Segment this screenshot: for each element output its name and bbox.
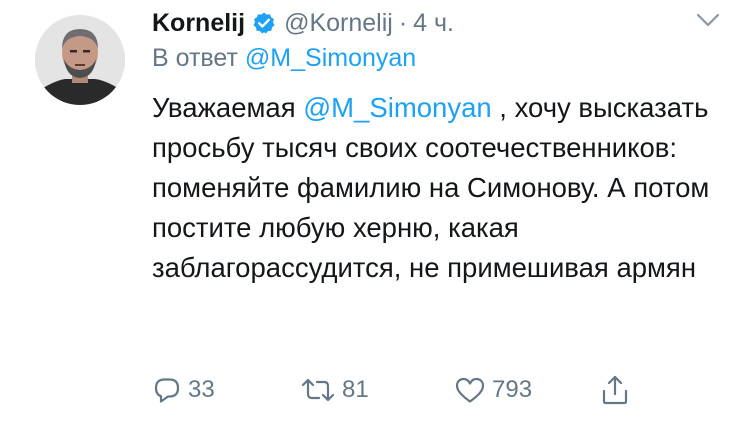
tweet[interactable]: Kornelij @Kornelij · 4 ч. В ответ @M_Sim… bbox=[0, 0, 750, 429]
verified-badge-icon bbox=[252, 11, 276, 35]
share-upload-icon bbox=[600, 374, 630, 406]
tweet-text-start: Уважаемая bbox=[152, 92, 296, 123]
like-count: 793 bbox=[492, 376, 533, 403]
retweet-count: 81 bbox=[342, 376, 369, 403]
heart-icon bbox=[454, 375, 486, 405]
handle[interactable]: @Kornelij bbox=[284, 9, 393, 38]
chevron-down-icon[interactable] bbox=[694, 10, 722, 30]
retweet-arrows-icon bbox=[300, 375, 336, 405]
tweet-text: Уважаемая @M_Simonyan , хочу высказать п… bbox=[152, 88, 712, 288]
timestamp[interactable]: 4 ч. bbox=[413, 9, 454, 38]
tweet-actions: 33 81 793 bbox=[152, 372, 672, 408]
retweet-button[interactable]: 81 bbox=[300, 372, 369, 408]
speech-bubble-icon bbox=[152, 375, 182, 405]
body-mention-link[interactable]: @M_Simonyan bbox=[303, 92, 491, 123]
share-button[interactable] bbox=[600, 372, 630, 408]
reply-prefix: В ответ bbox=[152, 44, 238, 72]
reply-count: 33 bbox=[188, 376, 215, 403]
reply-button[interactable]: 33 bbox=[152, 372, 215, 408]
tweet-header: Kornelij @Kornelij · 4 ч. bbox=[152, 6, 454, 40]
avatar[interactable] bbox=[35, 15, 125, 105]
separator-dot: · bbox=[398, 8, 408, 37]
reply-mention-link[interactable]: @M_Simonyan bbox=[245, 44, 416, 72]
like-button[interactable]: 793 bbox=[454, 372, 532, 408]
avatar-photo bbox=[35, 15, 125, 105]
reply-context: В ответ @M_Simonyan bbox=[152, 44, 416, 73]
display-name[interactable]: Kornelij bbox=[152, 9, 245, 38]
